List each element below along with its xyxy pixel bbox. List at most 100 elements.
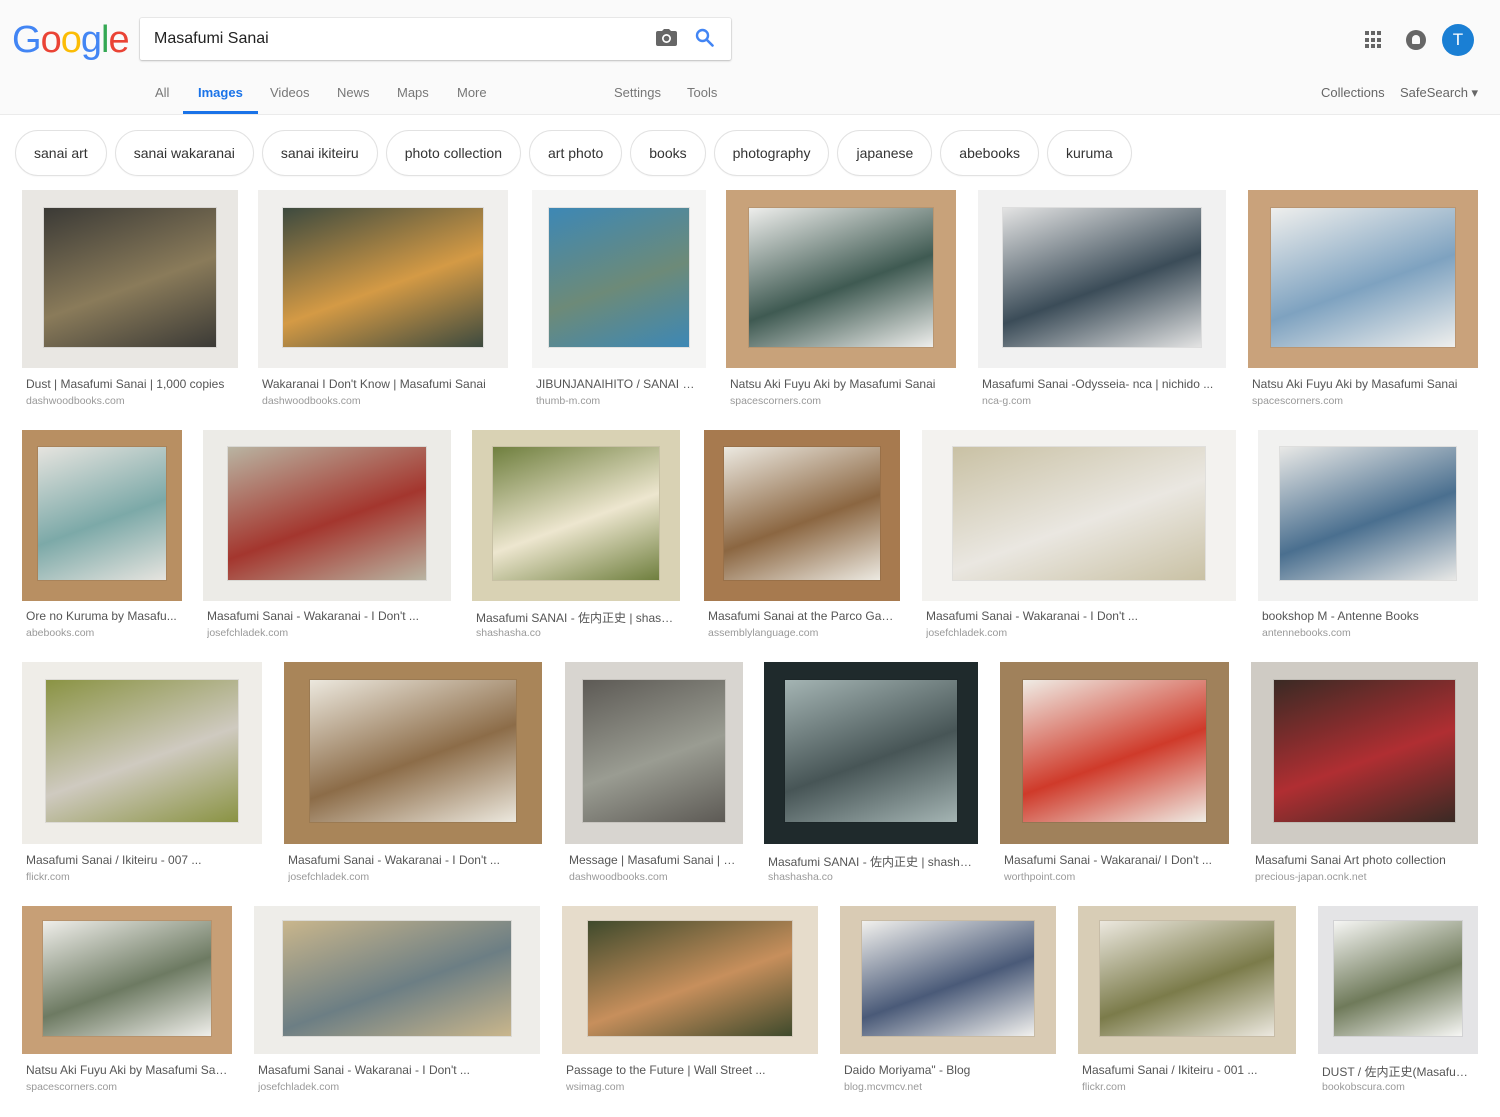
image-result[interactable]: DUST / 佐内正史(Masafumi... bookobscura.com — [1318, 906, 1478, 1097]
image-result[interactable]: Masafumi Sanai / Ikiteiru - 007 ... flick… — [22, 662, 262, 887]
thumbnail-photo — [582, 680, 726, 823]
thumbnail-photo — [549, 207, 689, 347]
result-thumbnail[interactable] — [22, 190, 238, 368]
result-title[interactable]: Natsu Aki Fuyu Aki by Masafumi Sanai — [1252, 377, 1474, 391]
result-thumbnail[interactable] — [704, 430, 900, 601]
image-result[interactable]: Natsu Aki Fuyu Aki by Masafumi Sanai spac… — [22, 906, 232, 1097]
image-result[interactable]: Masafumi Sanai / Ikiteiru - 001 ... flick… — [1078, 906, 1296, 1097]
result-thumbnail[interactable] — [1248, 190, 1478, 368]
result-source-domain: dashwoodbooks.com — [26, 395, 125, 407]
image-result[interactable]: Masafumi Sanai Art photo collection preci… — [1251, 662, 1478, 887]
result-title[interactable]: Masafumi Sanai - Wakaranai - I Don't ... — [926, 609, 1232, 623]
result-thumbnail[interactable] — [22, 662, 262, 844]
result-title[interactable]: JIBUNJANAIHITO / SANAI M... — [536, 377, 702, 391]
image-result[interactable]: Ore no Kuruma by Masafu... abebooks.com — [22, 430, 182, 643]
thumbnail-photo — [749, 207, 933, 347]
result-thumbnail[interactable] — [922, 430, 1236, 601]
image-results-grid: Dust | Masafumi Sanai | 1,000 copies dash… — [0, 0, 1500, 1117]
result-title[interactable]: Masafumi Sanai - Wakaranai - I Don't ... — [207, 609, 447, 623]
image-result[interactable]: Masafumi Sanai - Wakaranai/ I Don't ... w… — [1000, 662, 1229, 887]
image-result[interactable]: Masafumi Sanai -Odysseia- nca | nichido … — [978, 190, 1226, 411]
thumbnail-photo — [723, 447, 881, 581]
result-title[interactable]: Masafumi SANAI - 佐内正史 | shasha... — [768, 853, 974, 870]
result-source-domain: spacescorners.com — [26, 1081, 118, 1093]
result-title[interactable]: Dust | Masafumi Sanai | 1,000 copies — [26, 377, 234, 391]
result-thumbnail[interactable] — [472, 430, 680, 601]
result-thumbnail[interactable] — [258, 190, 508, 368]
result-thumbnail[interactable] — [284, 662, 542, 844]
image-result[interactable]: Masafumi SANAI - 佐内正史 | shasha... shashas… — [764, 662, 978, 887]
result-title[interactable]: Ore no Kuruma by Masafu... — [26, 609, 178, 623]
image-result[interactable]: Dust | Masafumi Sanai | 1,000 copies dash… — [22, 190, 238, 411]
result-title[interactable]: Masafumi Sanai / Ikiteiru - 001 ... — [1082, 1063, 1292, 1077]
result-title[interactable]: bookshop M - Antenne Books — [1262, 609, 1474, 623]
result-title[interactable]: Natsu Aki Fuyu Aki by Masafumi Sanai — [730, 377, 952, 391]
image-result[interactable]: Masafumi Sanai - Wakaranai - I Don't ...… — [203, 430, 451, 643]
image-result[interactable]: Message | Masafumi Sanai | F... dashwoodb… — [565, 662, 743, 887]
result-title[interactable]: Masafumi Sanai - Wakaranai - I Don't ... — [288, 853, 538, 867]
image-result[interactable]: Natsu Aki Fuyu Aki by Masafumi Sanai spac… — [1248, 190, 1478, 411]
result-source-domain: worthpoint.com — [1004, 871, 1076, 883]
thumbnail-photo — [1280, 447, 1456, 581]
image-result[interactable]: Masafumi Sanai - Wakaranai - I Don't ...… — [284, 662, 542, 887]
result-source-domain: josefchladek.com — [926, 627, 1008, 639]
result-thumbnail[interactable] — [1251, 662, 1478, 844]
thumbnail-photo — [1334, 920, 1462, 1037]
result-title[interactable]: DUST / 佐内正史(Masafumi... — [1322, 1063, 1474, 1080]
image-result[interactable]: Natsu Aki Fuyu Aki by Masafumi Sanai spac… — [726, 190, 956, 411]
result-thumbnail[interactable] — [1078, 906, 1296, 1054]
result-thumbnail[interactable] — [1000, 662, 1229, 844]
result-source-domain: antennebooks.com — [1262, 627, 1351, 639]
thumbnail-photo — [492, 447, 660, 581]
result-title[interactable]: Masafumi Sanai -Odysseia- nca | nichido … — [982, 377, 1222, 391]
image-result[interactable]: Passage to the Future | Wall Street ... w… — [562, 906, 818, 1097]
thumbnail-photo — [1022, 680, 1207, 823]
result-title[interactable]: Masafumi Sanai - Wakaranai - I Don't ... — [258, 1063, 536, 1077]
result-source-domain: shashasha.co — [476, 627, 541, 639]
result-source-domain: spacescorners.com — [730, 395, 822, 407]
result-thumbnail[interactable] — [22, 430, 182, 601]
thumbnail-photo — [587, 920, 793, 1037]
result-thumbnail[interactable] — [562, 906, 818, 1054]
result-source-domain: bookobscura.com — [1322, 1081, 1405, 1093]
image-result[interactable]: Wakaranai I Don't Know | Masafumi Sanai d… — [258, 190, 508, 411]
result-thumbnail[interactable] — [22, 906, 232, 1054]
image-result[interactable]: Daido Moriyama" - Blog blog.mcvmcv.net — [840, 906, 1056, 1097]
result-title[interactable]: Masafumi Sanai at the Parco Gallery — [708, 609, 896, 623]
result-thumbnail[interactable] — [1258, 430, 1478, 601]
result-source-domain: josefchladek.com — [258, 1081, 340, 1093]
result-source-domain: flickr.com — [26, 871, 70, 883]
result-thumbnail[interactable] — [978, 190, 1226, 368]
result-source-domain: flickr.com — [1082, 1081, 1126, 1093]
result-thumbnail[interactable] — [764, 662, 978, 844]
result-thumbnail[interactable] — [1318, 906, 1478, 1054]
image-result[interactable]: Masafumi SANAI - 佐内正史 | shash... shashash… — [472, 430, 680, 643]
image-result[interactable]: Masafumi Sanai - Wakaranai - I Don't ...… — [254, 906, 540, 1097]
result-thumbnail[interactable] — [254, 906, 540, 1054]
image-result[interactable]: Masafumi Sanai - Wakaranai - I Don't ...… — [922, 430, 1236, 643]
thumbnail-photo — [785, 680, 957, 823]
result-title[interactable]: Wakaranai I Don't Know | Masafumi Sanai — [262, 377, 504, 391]
result-thumbnail[interactable] — [565, 662, 743, 844]
image-result[interactable]: Masafumi Sanai at the Parco Gallery assem… — [704, 430, 900, 643]
result-thumbnail[interactable] — [203, 430, 451, 601]
result-title[interactable]: Daido Moriyama" - Blog — [844, 1063, 1052, 1077]
image-result[interactable]: bookshop M - Antenne Books antennebooks.c… — [1258, 430, 1478, 643]
result-title[interactable]: Passage to the Future | Wall Street ... — [566, 1063, 814, 1077]
result-source-domain: shashasha.co — [768, 871, 833, 883]
result-title[interactable]: Message | Masafumi Sanai | F... — [569, 853, 739, 867]
image-result[interactable]: JIBUNJANAIHITO / SANAI M... thumb-m.com — [532, 190, 706, 411]
thumbnail-photo — [38, 447, 166, 581]
result-thumbnail[interactable] — [726, 190, 956, 368]
result-title[interactable]: Masafumi Sanai - Wakaranai/ I Don't ... — [1004, 853, 1225, 867]
result-title[interactable]: Natsu Aki Fuyu Aki by Masafumi Sanai — [26, 1063, 228, 1077]
result-title[interactable]: Masafumi Sanai / Ikiteiru - 007 ... — [26, 853, 258, 867]
result-thumbnail[interactable] — [840, 906, 1056, 1054]
thumbnail-photo — [1271, 207, 1455, 347]
result-source-domain: nca-g.com — [982, 395, 1032, 407]
result-title[interactable]: Masafumi SANAI - 佐内正史 | shash... — [476, 609, 676, 626]
result-title[interactable]: Masafumi Sanai Art photo collection — [1255, 853, 1474, 867]
result-thumbnail[interactable] — [532, 190, 706, 368]
result-source-domain: josefchladek.com — [288, 871, 370, 883]
thumbnail-photo — [1273, 680, 1456, 823]
